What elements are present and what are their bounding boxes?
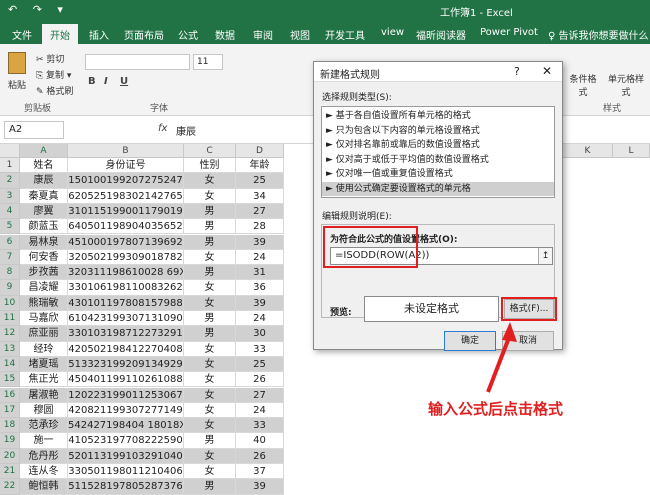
table-cell[interactable]: 鲍恒韩: [20, 479, 68, 495]
table-cell[interactable]: 39: [236, 479, 284, 495]
row-header[interactable]: 22: [0, 479, 20, 495]
annotation-arrow: [486, 322, 517, 393]
table-cell[interactable]: 37: [236, 464, 284, 480]
table-cell[interactable]: 男: [184, 479, 236, 495]
table-cell[interactable]: 连从冬: [20, 464, 68, 480]
table-cell[interactable]: 女: [184, 464, 236, 480]
table-cell[interactable]: 511528197805287376: [68, 479, 184, 495]
row-header[interactable]: 21: [0, 464, 20, 480]
table-cell[interactable]: 330501198011210406: [68, 464, 184, 480]
annotation-text: 输入公式后点击格式: [428, 400, 564, 418]
